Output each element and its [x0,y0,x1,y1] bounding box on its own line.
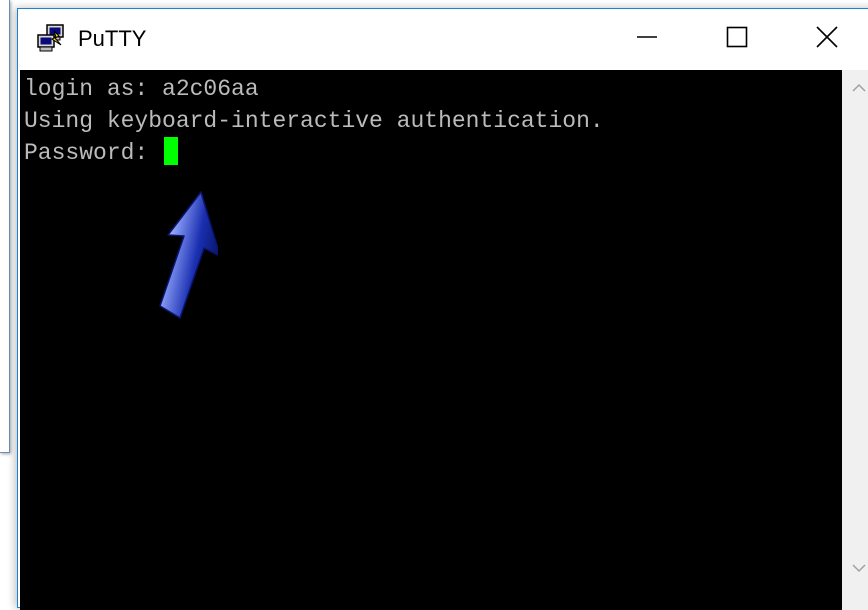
terminal-line-auth: Using keyboard-interactive authenticatio… [24,108,604,134]
title-bar[interactable]: PuTTY [18,9,868,69]
terminal-area[interactable]: login as: a2c06aa Using keyboard-interac… [20,70,842,610]
window-title: PuTTY [78,26,147,51]
minimize-button[interactable] [602,9,692,69]
maximize-button[interactable] [692,9,782,69]
close-icon [814,24,840,54]
password-prompt: Password: [24,140,163,166]
putty-window: PuTTY login as: a2c06aa Using keyboard-i… [17,8,868,610]
vertical-scrollbar[interactable] [842,70,868,610]
maximize-icon [725,25,749,53]
scroll-up-chevron-icon [852,78,866,97]
close-button[interactable] [782,9,868,69]
putty-app-icon[interactable] [35,23,67,55]
scroll-down-button[interactable] [842,550,868,584]
blue-arrow-icon [138,180,221,320]
scroll-up-button[interactable] [842,70,868,104]
terminal-line-login: login as: a2c06aa [24,76,259,102]
scroll-down-chevron-icon [852,558,866,577]
minimize-icon [635,25,659,53]
terminal-line-password: Password: [24,137,179,169]
text-cursor [164,137,179,165]
background-window-edge [0,0,10,453]
